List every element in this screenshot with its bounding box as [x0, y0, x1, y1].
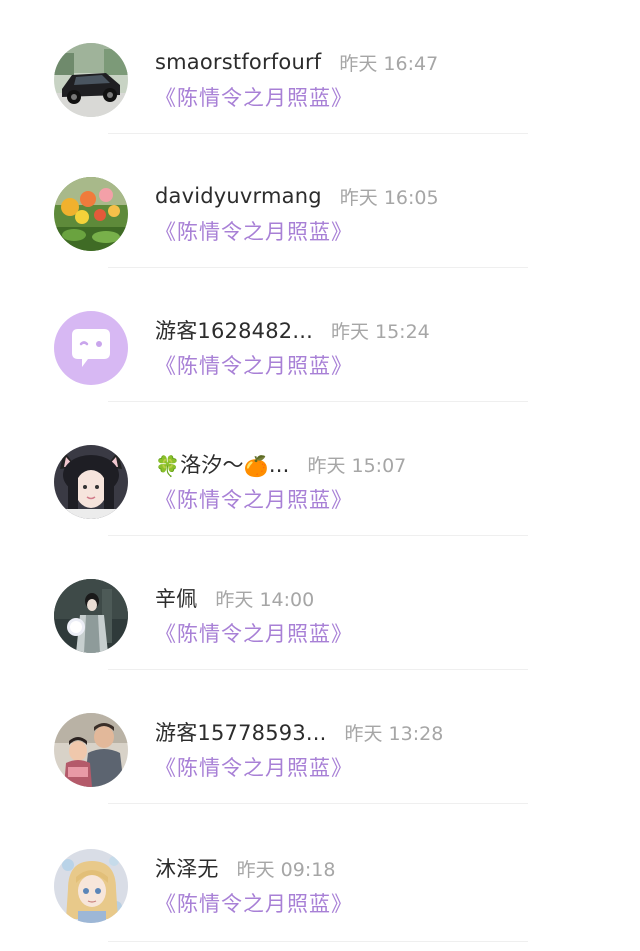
- avatar[interactable]: [54, 311, 128, 385]
- username[interactable]: smaorstforfourf: [155, 50, 321, 74]
- list-item[interactable]: 🍀洛汐～🍊... 昨天 15:07 《陈情令之月照蓝》: [0, 402, 640, 536]
- username[interactable]: 游客1628482...: [155, 315, 313, 345]
- timestamp: 昨天 15:07: [307, 454, 407, 477]
- username[interactable]: 🍀洛汐～🍊...: [155, 449, 289, 479]
- divider: [108, 941, 528, 942]
- comment-header: 游客15778593... 昨天 13:28: [155, 715, 443, 749]
- anime-girl-avatar-icon: [54, 849, 128, 923]
- timestamp: 昨天 09:18: [236, 858, 336, 881]
- list-item[interactable]: 游客15778593... 昨天 13:28 《陈情令之月照蓝》: [0, 670, 640, 804]
- comment-header: smaorstforfourf 昨天 16:47: [155, 45, 438, 79]
- timestamp: 昨天 14:00: [215, 588, 315, 611]
- four-leaf-clover-icon: 🍀: [155, 454, 181, 478]
- avatar[interactable]: [54, 445, 128, 519]
- comment-header: davidyuvrmang 昨天 16:05: [155, 179, 439, 213]
- username[interactable]: 游客15778593...: [155, 717, 327, 747]
- comment-header: 🍀洛汐～🍊... 昨天 15:07: [155, 447, 406, 481]
- username[interactable]: davidyuvrmang: [155, 184, 322, 208]
- ancient-costume-figure-avatar-icon: [54, 579, 128, 653]
- work-title-link[interactable]: 《陈情令之月照蓝》: [155, 888, 353, 918]
- comment-header: 游客1628482... 昨天 15:24: [155, 313, 430, 347]
- work-title-link[interactable]: 《陈情令之月照蓝》: [155, 752, 353, 782]
- comment-header: 沐泽无 昨天 09:18: [155, 851, 335, 885]
- divider: [108, 803, 528, 804]
- list-item[interactable]: davidyuvrmang 昨天 16:05 《陈情令之月照蓝》: [0, 134, 640, 268]
- username[interactable]: 沐泽无: [155, 853, 219, 883]
- family-photo-avatar-icon: [54, 713, 128, 787]
- avatar[interactable]: [54, 43, 128, 117]
- username[interactable]: 辛佩: [155, 583, 197, 613]
- list-item[interactable]: smaorstforfourf 昨天 16:47 《陈情令之月照蓝》: [0, 0, 640, 134]
- avatar[interactable]: [54, 177, 128, 251]
- timestamp: 昨天 13:28: [344, 722, 444, 745]
- work-title-link[interactable]: 《陈情令之月照蓝》: [155, 82, 353, 112]
- list-item[interactable]: 游客1628482... 昨天 15:24 《陈情令之月照蓝》: [0, 268, 640, 402]
- comment-list: smaorstforfourf 昨天 16:47 《陈情令之月照蓝》 david…: [0, 0, 640, 951]
- list-item[interactable]: 沐泽无 昨天 09:18 《陈情令之月照蓝》: [0, 806, 640, 942]
- flowers-photo-avatar-icon: [54, 177, 128, 251]
- comment-header: 辛佩 昨天 14:00: [155, 581, 314, 615]
- work-title-link[interactable]: 《陈情令之月照蓝》: [155, 350, 353, 380]
- timestamp: 昨天 15:24: [330, 320, 430, 343]
- avatar[interactable]: [54, 849, 128, 923]
- timestamp: 昨天 16:47: [339, 52, 439, 75]
- car-photo-avatar-icon: [54, 43, 128, 117]
- default-chat-avatar-icon: [54, 311, 128, 385]
- work-title-link[interactable]: 《陈情令之月照蓝》: [155, 216, 353, 246]
- avatar[interactable]: [54, 579, 128, 653]
- list-item[interactable]: 辛佩 昨天 14:00 《陈情令之月照蓝》: [0, 536, 640, 670]
- avatar[interactable]: [54, 713, 128, 787]
- work-title-link[interactable]: 《陈情令之月照蓝》: [155, 618, 353, 648]
- cat-ears-girl-avatar-icon: [54, 445, 128, 519]
- work-title-link[interactable]: 《陈情令之月照蓝》: [155, 484, 353, 514]
- timestamp: 昨天 16:05: [339, 186, 439, 209]
- tangerine-icon: 🍊: [243, 454, 269, 478]
